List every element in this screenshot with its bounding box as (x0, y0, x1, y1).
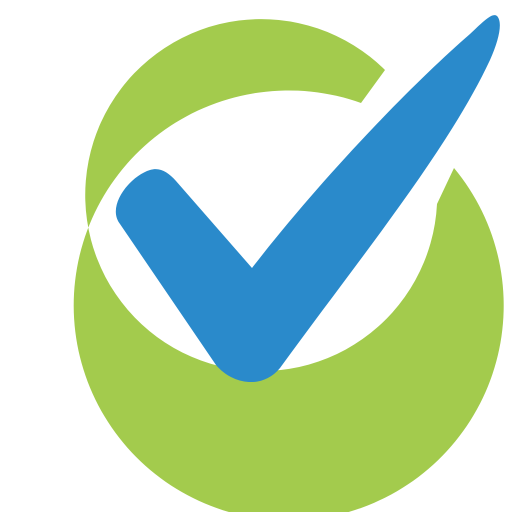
checkmark-circle-logo-icon (73, 15, 504, 512)
logo-canvas (0, 0, 512, 512)
